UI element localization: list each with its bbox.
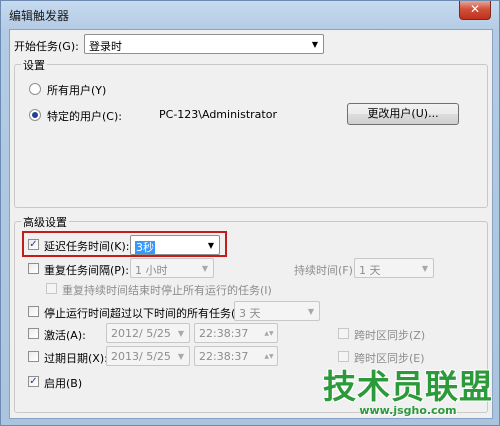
expire-time-spinner[interactable]: 22:38:37 ▲▼ — [194, 346, 278, 366]
all-users-radio[interactable] — [29, 83, 41, 95]
window-title: 编辑触发器 — [9, 9, 70, 23]
expire-sync-label: 跨时区同步(E) — [354, 352, 425, 365]
stop-after-label: 停止运行时间超过以下时间的所有任务(L): — [44, 307, 250, 320]
watermark-url: www.jsgho.com — [359, 404, 457, 417]
user-name-value: PC-123\Administrator — [159, 108, 277, 121]
spinner-icon: ▲▼ — [264, 329, 274, 337]
activate-date-picker[interactable]: 2012/ 5/25 ▼ — [106, 323, 190, 343]
delay-label: 延迟任务时间(K): — [44, 240, 130, 253]
stop-after-select[interactable]: 3 天 ▼ — [234, 301, 320, 321]
repeat-interval-value: 1 小时 — [135, 264, 168, 277]
activate-label: 激活(A): — [44, 329, 86, 342]
expire-label: 过期日期(X): — [44, 352, 108, 365]
check-icon: ✓ — [29, 239, 38, 250]
close-icon: ✕ — [469, 2, 481, 16]
activate-checkbox[interactable] — [28, 328, 39, 339]
specific-user-label: 特定的用户(C): — [47, 110, 122, 123]
change-user-button[interactable]: 更改用户(U)... — [347, 103, 459, 125]
expire-date-value: 2013/ 5/25 — [111, 350, 171, 363]
expire-date-picker[interactable]: 2013/ 5/25 ▼ — [106, 346, 190, 366]
repeat-checkbox[interactable] — [28, 263, 39, 274]
duration-select[interactable]: 1 天 ▼ — [354, 258, 434, 278]
activate-sync-checkbox[interactable] — [338, 328, 349, 339]
activate-time-value: 22:38:37 — [199, 327, 249, 340]
stop-at-end-label: 重复持续时间结束时停止所有运行的任务(I) — [62, 284, 272, 297]
chevron-down-icon: ▼ — [307, 306, 315, 316]
duration-label: 持续时间(F): — [294, 264, 357, 277]
chevron-down-icon: ▼ — [421, 263, 429, 273]
watermark-logo: 技术员联盟 www.jsgho.com — [323, 369, 493, 417]
check-icon: ✓ — [29, 376, 38, 387]
chevron-down-icon: ▼ — [311, 39, 319, 49]
chevron-down-icon: ▼ — [207, 240, 215, 250]
repeat-label: 重复任务间隔(P): — [44, 264, 129, 277]
watermark-title: 技术员联盟 — [323, 367, 493, 406]
close-button[interactable]: ✕ — [459, 1, 491, 20]
expire-time-value: 22:38:37 — [199, 350, 249, 363]
stop-after-checkbox[interactable] — [28, 306, 39, 317]
delay-value: 3秒 — [135, 241, 155, 254]
start-task-select[interactable]: 登录时 ▼ — [84, 34, 324, 54]
activate-sync-label: 跨时区同步(Z) — [354, 329, 426, 342]
enabled-label: 启用(B) — [44, 377, 83, 390]
all-users-label: 所有用户(Y) — [47, 84, 107, 97]
repeat-interval-select[interactable]: 1 小时 ▼ — [130, 258, 214, 278]
title-bar[interactable]: 编辑触发器 ✕ — [1, 1, 499, 29]
expire-checkbox[interactable] — [28, 351, 39, 362]
chevron-down-icon: ▼ — [177, 328, 185, 338]
duration-value: 1 天 — [359, 264, 381, 277]
dialog-client-area: 开始任务(G): 登录时 ▼ 设置 所有用户(Y) 特定的用户(C): PC-1… — [9, 29, 493, 419]
settings-group: 设置 所有用户(Y) 特定的用户(C): PC-123\Administrato… — [14, 57, 488, 208]
settings-group-label: 设置 — [21, 57, 47, 73]
edit-trigger-window: 编辑触发器 ✕ 开始任务(G): 登录时 ▼ 设置 所有用户(Y) 特定的用户(… — [0, 0, 500, 426]
specific-user-radio[interactable] — [29, 109, 41, 121]
stop-at-end-checkbox[interactable] — [46, 283, 57, 294]
start-task-value: 登录时 — [89, 40, 122, 53]
delay-select[interactable]: 3秒 ▼ — [130, 235, 220, 255]
delay-checkbox[interactable]: ✓ — [28, 239, 39, 250]
expire-sync-checkbox[interactable] — [338, 351, 349, 362]
activate-date-value: 2012/ 5/25 — [111, 327, 171, 340]
advanced-settings-label: 高级设置 — [21, 214, 69, 230]
enabled-checkbox[interactable]: ✓ — [28, 376, 39, 387]
chevron-down-icon: ▼ — [177, 351, 185, 361]
chevron-down-icon: ▼ — [201, 263, 209, 273]
start-task-label: 开始任务(G): — [14, 40, 79, 53]
stop-after-value: 3 天 — [239, 307, 261, 320]
activate-time-spinner[interactable]: 22:38:37 ▲▼ — [194, 323, 278, 343]
spinner-icon: ▲▼ — [264, 352, 274, 360]
